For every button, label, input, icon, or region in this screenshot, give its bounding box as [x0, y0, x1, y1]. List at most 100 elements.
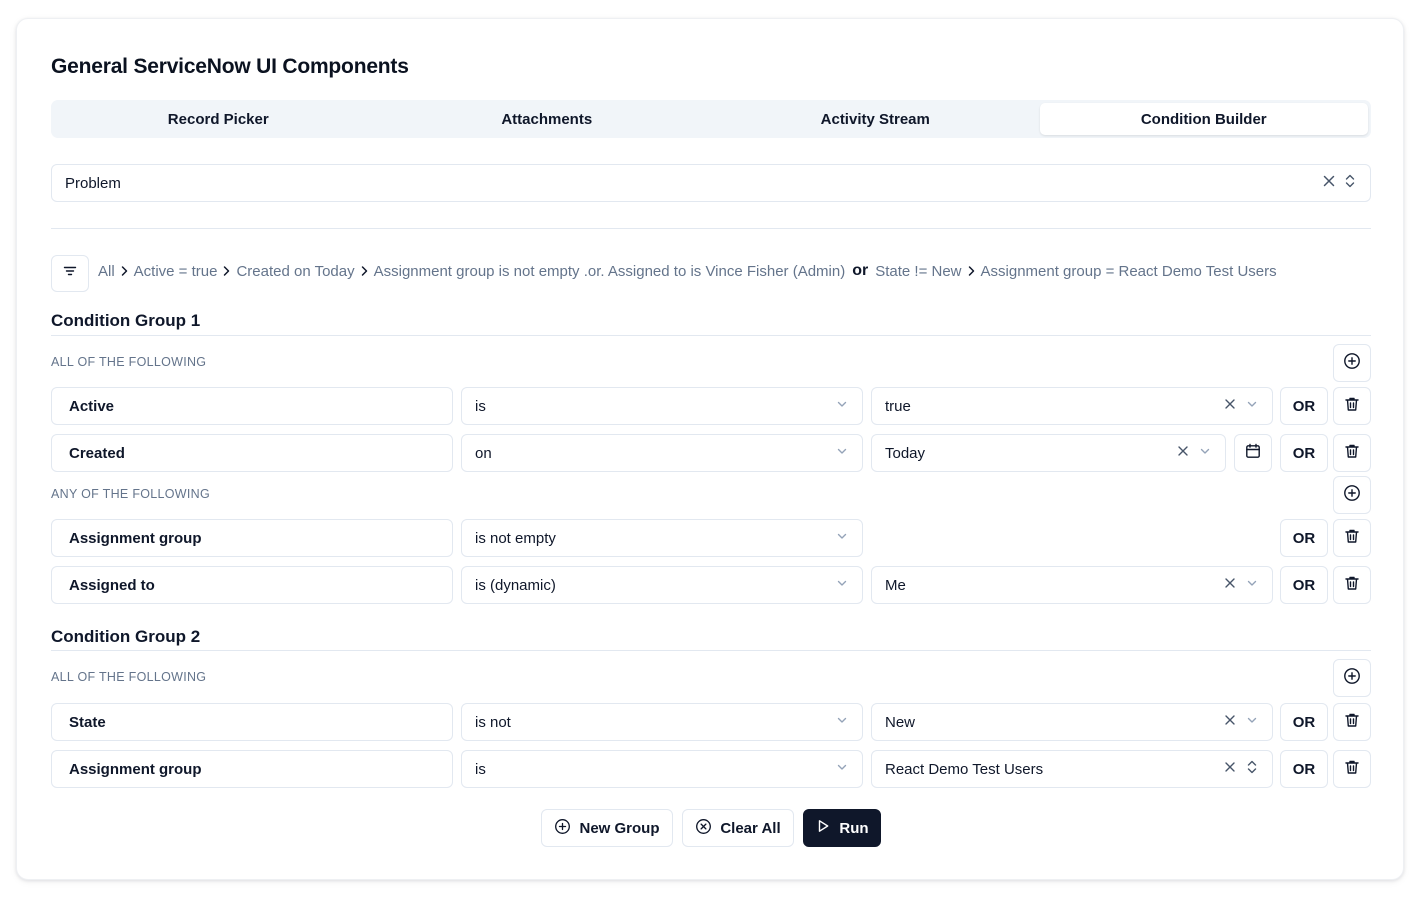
chevron-down-icon — [835, 397, 849, 415]
value-label: React Demo Test Users — [885, 760, 1044, 778]
field-label: Assignment group — [69, 760, 202, 778]
operator-label: on — [475, 444, 492, 462]
trash-icon — [1343, 711, 1361, 734]
delete-condition-button[interactable] — [1333, 750, 1371, 788]
section-label: ALL OF THE FOLLOWING — [51, 670, 207, 684]
condition-value-select[interactable]: true — [871, 387, 1273, 425]
x-circle-icon — [695, 818, 712, 839]
chevron-down-icon — [1198, 444, 1212, 462]
field-label: Assigned to — [69, 576, 155, 594]
delete-condition-button[interactable] — [1333, 519, 1371, 557]
field-label: Active — [69, 397, 115, 415]
filter-lines-icon — [62, 263, 78, 284]
condition-operator-select[interactable]: is (dynamic) — [461, 566, 863, 604]
clear-all-button[interactable]: Clear All — [682, 809, 794, 847]
or-button[interactable]: OR — [1280, 387, 1328, 425]
delete-condition-button[interactable] — [1333, 387, 1371, 425]
breadcrumb-item[interactable]: Assignment group is not empty .or. Assig… — [374, 263, 846, 280]
condition-value-select[interactable]: Me — [871, 566, 1273, 604]
x-icon[interactable] — [1223, 760, 1237, 778]
condition-field-select[interactable]: State — [51, 703, 453, 741]
date-picker-button[interactable] — [1234, 434, 1272, 472]
clear-all-label: Clear All — [720, 819, 781, 837]
add-condition-button[interactable] — [1333, 476, 1371, 514]
value-label: true — [885, 397, 911, 415]
plus-circle-icon — [554, 818, 571, 839]
condition-value-select[interactable]: React Demo Test Users — [871, 750, 1273, 788]
trash-icon — [1343, 395, 1361, 418]
table-select[interactable]: Problem — [51, 164, 1371, 202]
plus-circle-icon — [1343, 667, 1361, 690]
chevron-up-down-icon — [1343, 173, 1357, 193]
breadcrumb-item[interactable]: Created on Today — [236, 263, 354, 280]
new-group-label: New Group — [579, 819, 660, 837]
play-icon — [815, 818, 831, 838]
run-label: Run — [839, 819, 869, 837]
chevron-down-icon — [835, 444, 849, 462]
delete-condition-button[interactable] — [1333, 703, 1371, 741]
or-button[interactable]: OR — [1280, 750, 1328, 788]
page-title: General ServiceNow UI Components — [51, 55, 409, 78]
delete-condition-button[interactable] — [1333, 566, 1371, 604]
tab-record-picker[interactable]: Record Picker — [54, 103, 383, 135]
chevron-right-icon — [120, 265, 129, 277]
tab-condition-builder[interactable]: Condition Builder — [1039, 103, 1368, 135]
section-label: ANY OF THE FOLLOWING — [51, 487, 211, 501]
delete-condition-button[interactable] — [1333, 434, 1371, 472]
breadcrumb-item[interactable]: Assignment group = React Demo Test Users — [981, 263, 1277, 280]
chevron-down-icon — [835, 529, 849, 547]
condition-operator-select[interactable]: is not — [461, 703, 863, 741]
condition-field-select[interactable]: Assignment group — [51, 519, 453, 557]
add-condition-button[interactable] — [1333, 659, 1371, 697]
or-button[interactable]: OR — [1280, 566, 1328, 604]
run-button[interactable]: Run — [803, 809, 881, 847]
chevron-right-icon — [222, 265, 231, 277]
table-select-value: Problem — [65, 174, 121, 192]
condition-field-select[interactable]: Active — [51, 387, 453, 425]
chevron-down-icon — [835, 760, 849, 778]
condition-value-select[interactable]: New — [871, 703, 1273, 741]
divider — [51, 650, 1371, 651]
condition-group-title: Condition Group 2 — [51, 627, 201, 646]
section-label: ALL OF THE FOLLOWING — [51, 355, 207, 369]
breadcrumb-item[interactable]: State != New — [875, 263, 961, 280]
condition-operator-select[interactable]: on — [461, 434, 863, 472]
x-icon[interactable] — [1176, 444, 1190, 462]
plus-circle-icon — [1343, 484, 1361, 507]
chevron-right-icon — [360, 265, 369, 277]
filter-toggle-button[interactable] — [51, 255, 89, 292]
chevron-up-down-icon — [1245, 759, 1259, 779]
add-condition-button[interactable] — [1333, 344, 1371, 382]
new-group-button[interactable]: New Group — [541, 809, 673, 847]
condition-field-select[interactable]: Assigned to — [51, 566, 453, 604]
condition-breadcrumb: All Active = true Created on Today Assig… — [98, 262, 1277, 280]
operator-label: is — [475, 397, 486, 415]
condition-operator-select[interactable]: is — [461, 750, 863, 788]
chevron-down-icon — [835, 576, 849, 594]
tab-attachments[interactable]: Attachments — [383, 103, 712, 135]
or-button[interactable]: OR — [1280, 434, 1328, 472]
breadcrumb-item[interactable]: Active = true — [134, 263, 218, 280]
condition-field-select[interactable]: Assignment group — [51, 750, 453, 788]
tab-activity-stream[interactable]: Activity Stream — [711, 103, 1040, 135]
condition-builder-card: General ServiceNow UI Components Record … — [16, 18, 1404, 880]
condition-operator-select[interactable]: is not empty — [461, 519, 863, 557]
chevron-down-icon — [835, 713, 849, 731]
field-label: Created — [69, 444, 125, 462]
or-button[interactable]: OR — [1280, 703, 1328, 741]
x-icon[interactable] — [1223, 713, 1237, 731]
chevron-down-icon — [1245, 713, 1259, 731]
or-button[interactable]: OR — [1280, 519, 1328, 557]
condition-value-select[interactable]: Today — [871, 434, 1226, 472]
operator-label: is (dynamic) — [475, 576, 556, 594]
x-icon[interactable] — [1321, 173, 1337, 193]
chevron-right-icon — [967, 265, 976, 277]
condition-operator-select[interactable]: is — [461, 387, 863, 425]
divider — [51, 335, 1371, 336]
chevron-down-icon — [1245, 576, 1259, 594]
x-icon[interactable] — [1223, 576, 1237, 594]
condition-field-select[interactable]: Created — [51, 434, 453, 472]
operator-label: is not empty — [475, 529, 556, 547]
breadcrumb-item[interactable]: All — [98, 263, 115, 280]
x-icon[interactable] — [1223, 397, 1237, 415]
